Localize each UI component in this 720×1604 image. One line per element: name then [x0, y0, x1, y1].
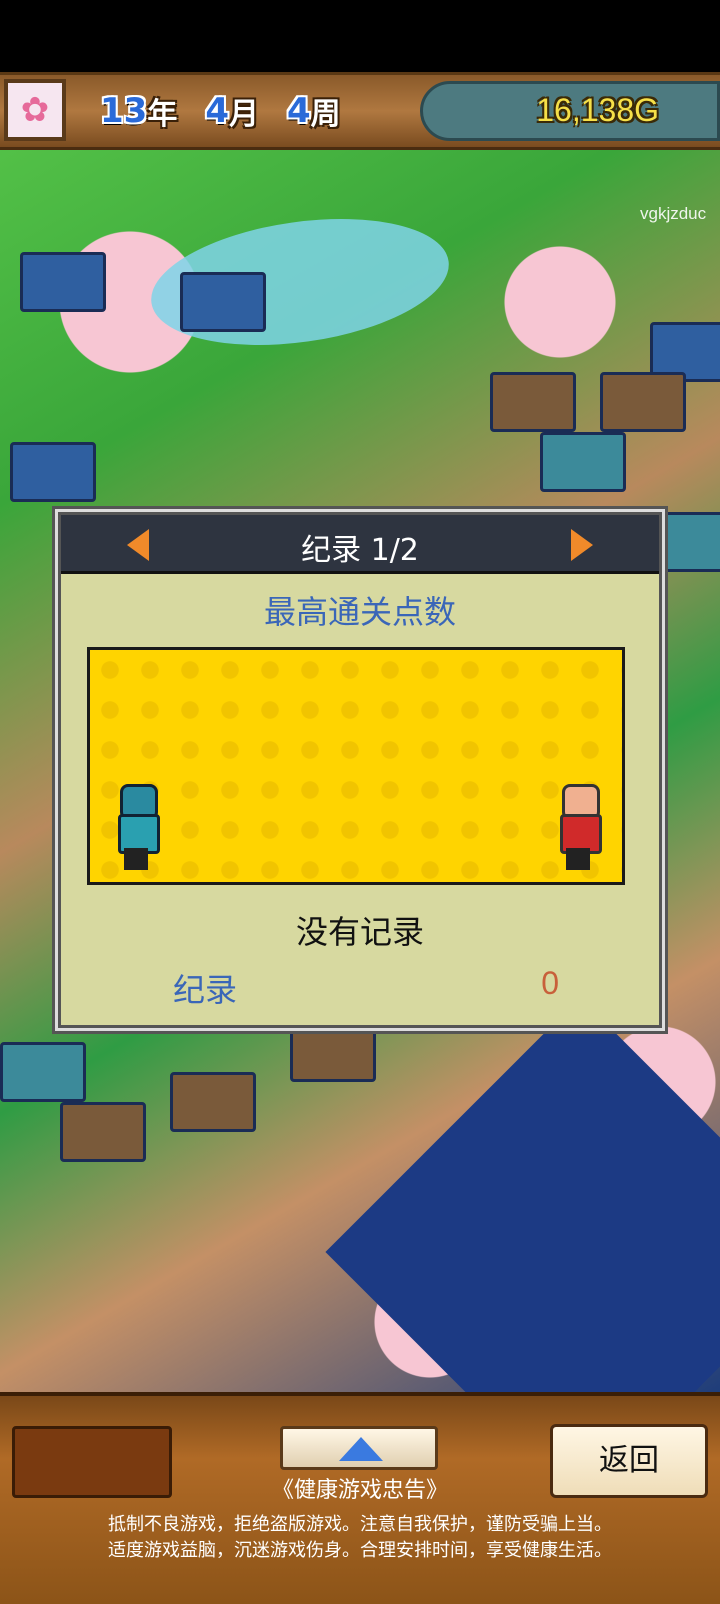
building[interactable] [10, 442, 96, 502]
gold-display: 16,138G [420, 81, 720, 141]
year-number: 13 [100, 91, 148, 131]
status-bar [0, 0, 720, 72]
week-unit: 周 [310, 97, 341, 132]
arrow-up-icon [339, 1437, 383, 1461]
month-number: 4 [205, 91, 229, 131]
gold-amount: 16,138G [536, 92, 659, 128]
building[interactable] [170, 1072, 256, 1132]
building[interactable] [20, 252, 106, 312]
building[interactable] [540, 432, 626, 492]
dialog-header: 纪录 1/2 [61, 515, 659, 574]
building[interactable] [490, 372, 576, 432]
record-label: 纪录 [173, 971, 238, 1009]
health-notice-line: 抵制不良游戏，拒绝盗版游戏。注意自我保护，谨防受骗上当。 [108, 1514, 612, 1535]
health-notice-line: 适度游戏益脑，沉迷游戏伤身。合理安排时间，享受健康生活。 [108, 1540, 612, 1561]
building[interactable] [290, 1022, 376, 1082]
no-record-text: 没有记录 [295, 913, 424, 951]
sakura-icon: ✿ [20, 90, 50, 130]
week-number: 4 [287, 91, 311, 131]
health-notice-title: 《健康游戏忠告》 [271, 1478, 448, 1503]
avatar[interactable]: ✿ [4, 79, 66, 141]
dialog-title: 纪录 1/2 [301, 533, 419, 568]
top-status-bar: ✿ 13 年 4 月 4 周 16,138G [0, 72, 720, 150]
watermark-text: vgkjzduc [640, 204, 707, 223]
building[interactable] [60, 1102, 146, 1162]
building[interactable] [180, 272, 266, 332]
record-value: 0 [541, 965, 559, 1001]
expand-menu-button[interactable] [280, 1426, 438, 1470]
record-dialog: 纪录 1/2 最高通关点数 没有记录 纪录 0 [58, 512, 662, 1028]
year-unit: 年 [147, 97, 178, 132]
record-stage [87, 647, 625, 885]
bottom-panel: 返回 《健康游戏忠告》 抵制不良游戏，拒绝盗版游戏。注意自我保护，谨防受骗上当。… [0, 1392, 720, 1604]
blue-ninja-icon [114, 784, 160, 870]
month-unit: 月 [229, 97, 259, 132]
building[interactable] [600, 372, 686, 432]
building[interactable] [0, 1042, 86, 1102]
next-page-arrow-icon[interactable] [571, 529, 593, 561]
record-subtitle: 最高通关点数 [263, 593, 456, 631]
game-date: 13 年 4 月 4 周 [100, 85, 369, 137]
sea [325, 997, 720, 1392]
red-ninja-icon [556, 784, 602, 870]
